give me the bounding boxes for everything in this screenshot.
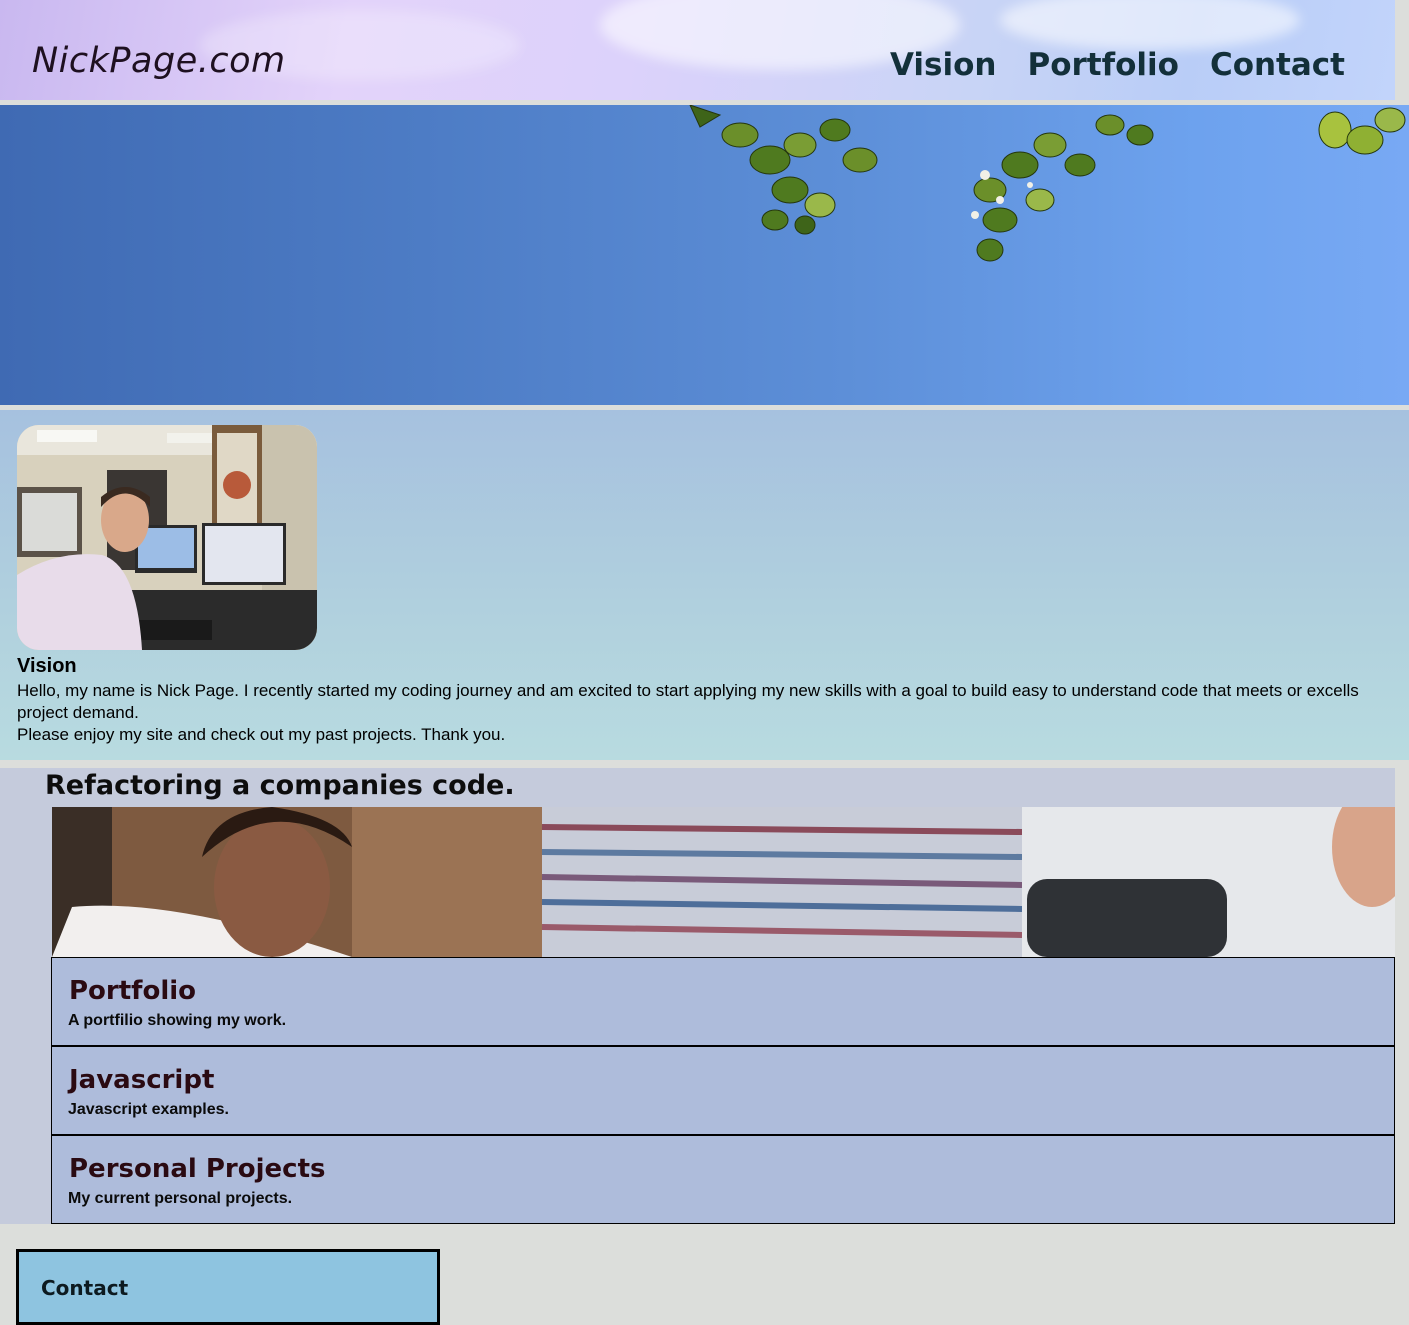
- card-title: Portfolio: [69, 976, 197, 1006]
- vision-section: Vision Hello, my name is Nick Page. I re…: [0, 410, 1409, 760]
- card-description: Javascript examples.: [68, 1101, 229, 1118]
- nav-link-vision[interactable]: Vision: [890, 50, 997, 81]
- nav-link-contact[interactable]: Contact: [1210, 50, 1345, 81]
- main-nav: Vision Portfolio Contact: [890, 50, 1345, 81]
- hero-image: [0, 105, 1409, 405]
- contact-heading: Contact: [41, 1276, 129, 1300]
- site-brand[interactable]: NickPage.com: [32, 44, 286, 79]
- header-cloud: [1000, 0, 1300, 50]
- portfolio-section: Refactoring a companies code. Portfolio: [0, 768, 1395, 1224]
- card-personal-projects[interactable]: Personal Projects My current personal pr…: [51, 1135, 1395, 1224]
- vision-heading: Vision: [17, 655, 77, 677]
- hero-leaves-image: [689, 105, 1406, 262]
- card-javascript[interactable]: Javascript Javascript examples.: [51, 1046, 1395, 1135]
- card-title: Personal Projects: [69, 1154, 326, 1184]
- vision-paragraph-2: Please enjoy my site and check out my pa…: [17, 725, 506, 744]
- contact-box[interactable]: Contact: [16, 1249, 440, 1325]
- card-title: Javascript: [69, 1065, 215, 1095]
- portfolio-heading: Refactoring a companies code.: [45, 770, 515, 801]
- portfolio-banner-image: [52, 807, 1395, 957]
- vision-text: Hello, my name is Nick Page. I recently …: [17, 680, 1377, 746]
- card-description: My current personal projects.: [68, 1190, 293, 1207]
- vision-paragraph-1: Hello, my name is Nick Page. I recently …: [17, 681, 1359, 722]
- profile-photo: [17, 425, 317, 650]
- card-description: A portfilio showing my work.: [68, 1012, 287, 1029]
- card-portfolio[interactable]: Portfolio A portfilio showing my work.: [51, 957, 1395, 1046]
- nav-link-portfolio[interactable]: Portfolio: [1027, 50, 1178, 81]
- site-header: NickPage.com Vision Portfolio Contact: [0, 0, 1395, 100]
